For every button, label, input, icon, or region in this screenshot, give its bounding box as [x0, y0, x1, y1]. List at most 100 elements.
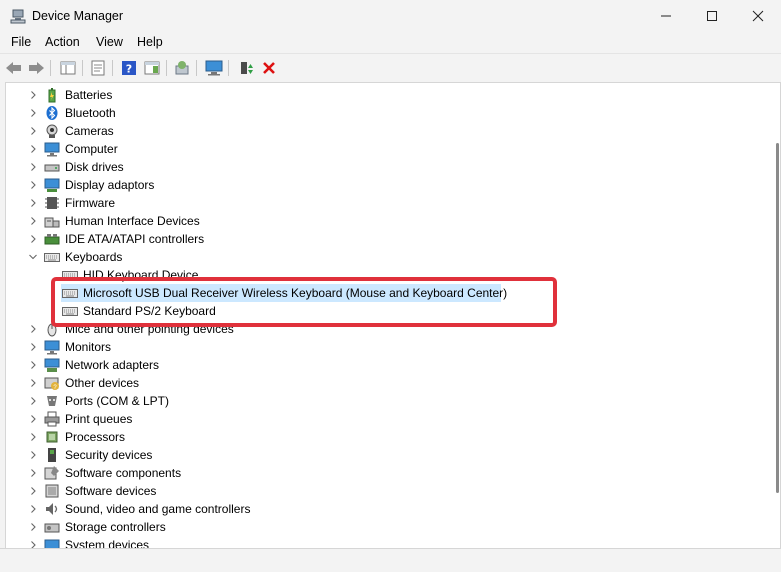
tree-category[interactable]: Print queues — [6, 410, 766, 428]
close-button[interactable] — [735, 0, 781, 32]
software-component-icon — [44, 466, 59, 480]
menu-file[interactable]: File — [11, 35, 31, 49]
tree-item-label: Keyboards — [65, 250, 123, 264]
device-tree: Batteries Bluetooth Cameras Computer Disk dr… — [5, 82, 781, 549]
tree-category[interactable]: Monitors — [6, 338, 766, 356]
update-driver-button[interactable] — [172, 58, 192, 78]
action-pane-button[interactable] — [142, 58, 162, 78]
chevron-right-icon[interactable] — [28, 359, 38, 371]
tree-item-label: Cameras — [65, 124, 114, 138]
chevron-right-icon[interactable] — [28, 431, 38, 443]
uninstall-device-button[interactable] — [259, 58, 279, 78]
tree-category[interactable]: Keyboards — [6, 248, 766, 266]
tree-category[interactable]: Human Interface Devices — [6, 212, 766, 230]
firmware-icon — [45, 197, 59, 209]
svg-text:?: ? — [126, 63, 132, 76]
tree-item-label: Ports (COM & LPT) — [65, 394, 170, 408]
tree-item-label: Monitors — [65, 340, 112, 354]
vertical-scrollbar[interactable] — [772, 83, 780, 548]
tree-category[interactable]: Sound, video and game controllers — [6, 500, 766, 518]
chevron-right-icon[interactable] — [28, 485, 38, 497]
tree-category[interactable]: Computer — [6, 140, 766, 158]
show-hide-console-tree-button[interactable] — [58, 58, 78, 78]
help-icon: ? — [122, 61, 136, 76]
chevron-right-icon[interactable] — [28, 341, 38, 353]
tree-category[interactable]: Batteries — [6, 86, 766, 104]
chevron-right-icon[interactable] — [28, 503, 38, 515]
chevron-right-icon[interactable] — [28, 89, 38, 101]
chevron-right-icon[interactable] — [28, 197, 38, 209]
chevron-right-icon[interactable] — [28, 395, 38, 407]
chevron-right-icon[interactable] — [28, 377, 38, 389]
close-icon — [752, 10, 764, 22]
maximize-icon — [707, 11, 717, 21]
properties-button[interactable] — [88, 58, 108, 78]
chevron-right-icon[interactable] — [28, 521, 38, 533]
hid-icon — [44, 217, 60, 228]
tree-item-label: Batteries — [65, 88, 113, 102]
tree-item-label: Storage controllers — [65, 520, 166, 534]
minimize-button[interactable] — [643, 0, 689, 32]
monitor-icon — [44, 340, 60, 355]
disk-drive-icon — [44, 164, 60, 172]
tree-category[interactable]: Firmware — [6, 194, 766, 212]
menu-view[interactable]: View — [96, 35, 123, 49]
enable-device-icon — [241, 62, 253, 74]
tree-category[interactable]: Software devices — [6, 482, 766, 500]
tree-category[interactable]: Disk drives — [6, 158, 766, 176]
network-adapter-icon — [44, 358, 60, 372]
scrollbar-thumb[interactable] — [776, 143, 779, 493]
maximize-button[interactable] — [689, 0, 735, 32]
menu-bar: File Action View Help — [0, 32, 781, 52]
other-devices-icon: ? — [44, 377, 59, 391]
menu-help[interactable]: Help — [137, 35, 163, 49]
scan-for-hardware-changes-button[interactable] — [204, 58, 224, 78]
help-button[interactable]: ? — [119, 58, 139, 78]
tree-item-label: Software devices — [65, 484, 157, 498]
tree-category[interactable]: Cameras — [6, 122, 766, 140]
minimize-icon — [661, 15, 671, 17]
chevron-right-icon[interactable] — [28, 233, 38, 245]
storage-controller-icon — [44, 523, 60, 533]
tree-category[interactable]: IDE ATA/ATAPI controllers — [6, 230, 766, 248]
processor-icon — [46, 431, 58, 443]
chevron-right-icon[interactable] — [28, 107, 38, 119]
tree-item-label: Computer — [65, 142, 118, 156]
forward-button[interactable] — [26, 58, 46, 78]
tree-category[interactable]: Software components — [6, 464, 766, 482]
tree-category[interactable]: Bluetooth — [6, 104, 766, 122]
tree-category[interactable]: Processors — [6, 428, 766, 446]
tree-category[interactable]: ? Other devices — [6, 374, 766, 392]
tree-item-label: Security devices — [65, 448, 153, 462]
tree-item-label: Bluetooth — [65, 106, 116, 120]
chevron-right-icon[interactable] — [28, 143, 38, 155]
tree-category[interactable]: Network adapters — [6, 356, 766, 374]
tree-item-label: Software components — [65, 466, 182, 480]
chevron-right-icon[interactable] — [28, 179, 38, 191]
chevron-right-icon[interactable] — [28, 161, 38, 173]
camera-icon — [46, 124, 58, 138]
chevron-right-icon[interactable] — [28, 467, 38, 479]
software-device-icon — [45, 484, 59, 498]
tree-category[interactable]: Storage controllers — [6, 518, 766, 536]
chevron-right-icon[interactable] — [28, 125, 38, 137]
ports-icon — [47, 396, 57, 406]
back-button[interactable] — [4, 58, 24, 78]
chevron-right-icon[interactable] — [28, 413, 38, 425]
update-driver-icon — [175, 61, 189, 75]
tree-item-label: Print queues — [65, 412, 133, 426]
chevron-right-icon[interactable] — [28, 215, 38, 227]
chevron-down-icon[interactable] — [28, 251, 38, 263]
menu-action[interactable]: Action — [45, 35, 80, 49]
enable-device-button[interactable] — [236, 58, 256, 78]
tree-category[interactable]: Display adaptors — [6, 176, 766, 194]
tree-item-label: Other devices — [65, 376, 140, 390]
chevron-right-icon[interactable] — [28, 323, 38, 335]
battery-icon — [48, 88, 56, 103]
back-arrow-icon — [6, 62, 21, 74]
tree-category[interactable]: Security devices — [6, 446, 766, 464]
keyboard-icon — [44, 253, 60, 262]
security-device-icon — [48, 448, 56, 462]
chevron-right-icon[interactable] — [28, 449, 38, 461]
tree-category[interactable]: Ports (COM & LPT) — [6, 392, 766, 410]
